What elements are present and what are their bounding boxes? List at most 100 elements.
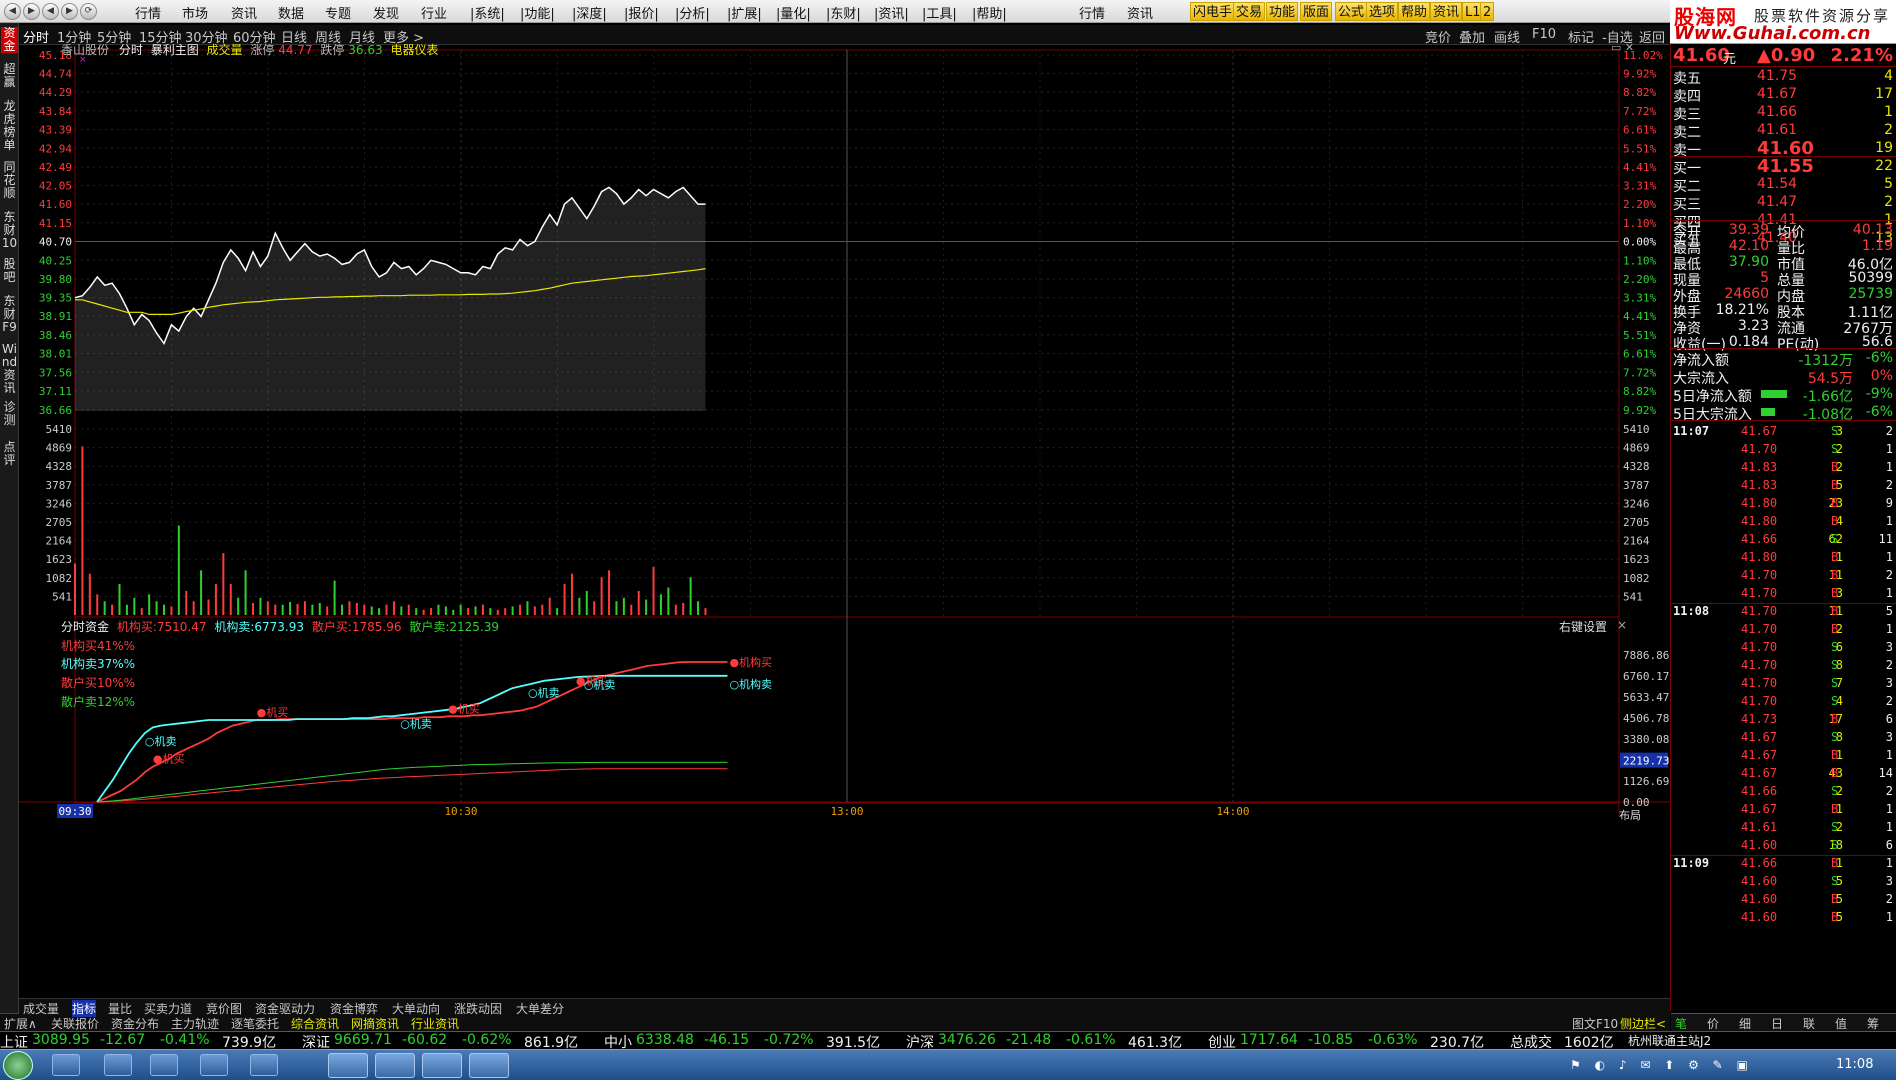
index-name[interactable]: 深证 bbox=[302, 1032, 330, 1049]
taskbar-window-3[interactable] bbox=[422, 1053, 462, 1078]
toolbar-button[interactable]: 叠加 bbox=[1459, 27, 1485, 46]
chart-toolbar-icons[interactable]: ▭ ✕ bbox=[1611, 41, 1634, 54]
menu-item[interactable]: 行业 bbox=[421, 3, 447, 22]
quote-tab[interactable]: 联 bbox=[1803, 1015, 1815, 1032]
bid-row[interactable]: 买二 41.54 5 bbox=[1671, 176, 1896, 195]
sidebar-toggle[interactable]: 侧边栏< bbox=[1620, 1015, 1666, 1032]
menu-item[interactable]: 资讯 bbox=[1127, 3, 1153, 22]
menu-tag[interactable]: 2 bbox=[1480, 2, 1495, 21]
next-icon[interactable]: ▶ bbox=[61, 3, 78, 20]
industry-label[interactable]: 电器仪表 bbox=[390, 43, 438, 57]
quote-tab[interactable]: 筹 bbox=[1867, 1015, 1879, 1032]
menu-item[interactable]: |资讯| bbox=[874, 3, 909, 22]
menu-tag[interactable]: 公式 bbox=[1335, 2, 1368, 21]
menu-item[interactable]: 行情 bbox=[1079, 3, 1105, 22]
info-tab[interactable]: 逐笔委托 bbox=[231, 1015, 279, 1032]
menu-tag[interactable]: 功能 bbox=[1266, 2, 1299, 21]
menu-item[interactable]: |量化| bbox=[776, 3, 811, 22]
menu-tag[interactable]: 版面 bbox=[1300, 2, 1333, 21]
info-tab[interactable]: 主力轨迹 bbox=[171, 1015, 219, 1032]
server-name[interactable]: 杭州联通主站J2 bbox=[1628, 1032, 1711, 1049]
ask-row[interactable]: 卖三 41.66 1 bbox=[1671, 104, 1896, 123]
browser-icon[interactable] bbox=[250, 1054, 278, 1076]
menu-item[interactable]: |工具| bbox=[922, 3, 957, 22]
ie-icon[interactable] bbox=[52, 1054, 80, 1076]
menu-item[interactable]: 专题 bbox=[325, 3, 351, 22]
menu-item[interactable]: |分析| bbox=[675, 3, 710, 22]
ask-row[interactable]: 卖四 41.67 17 bbox=[1671, 86, 1896, 105]
menu-tag[interactable]: 交易 bbox=[1233, 2, 1266, 21]
menu-item[interactable]: 市场 bbox=[182, 3, 208, 22]
left-sidebar-item[interactable]: 股吧 bbox=[1, 258, 18, 284]
menu-tag[interactable]: 资讯 bbox=[1430, 2, 1463, 21]
info-tab[interactable]: 行业资讯 bbox=[411, 1015, 459, 1032]
start-icon[interactable] bbox=[3, 1051, 33, 1080]
left-sidebar-item[interactable]: 东财F9 bbox=[1, 295, 18, 334]
menu-item[interactable]: |深度| bbox=[572, 3, 607, 22]
menu-item[interactable]: |系统| bbox=[470, 3, 505, 22]
app-icon[interactable] bbox=[104, 1054, 132, 1076]
info-tab[interactable]: 资金分布 bbox=[111, 1015, 159, 1032]
menu-item[interactable]: |扩展| bbox=[727, 3, 762, 22]
left-sidebar-item[interactable]: 东财10 bbox=[1, 211, 18, 250]
menu-tag[interactable]: 闪电手 bbox=[1190, 2, 1236, 21]
f10-button[interactable]: 图文F10 bbox=[1572, 1015, 1618, 1032]
quote-tab[interactable]: 日 bbox=[1771, 1015, 1783, 1032]
toolbar-button[interactable]: 画线 bbox=[1494, 27, 1520, 46]
taskbar-window-1[interactable] bbox=[328, 1053, 368, 1078]
left-sidebar-item[interactable]: 诊测 bbox=[1, 401, 18, 427]
menu-item[interactable]: |帮助| bbox=[972, 3, 1007, 22]
taskbar-window-4[interactable] bbox=[469, 1053, 509, 1078]
menu-item[interactable]: 发现 bbox=[373, 3, 399, 22]
quote-tab[interactable]: 笔 bbox=[1675, 1015, 1687, 1032]
indicator-tab[interactable]: 大单差分 bbox=[516, 1000, 564, 1017]
taskbar-window-2[interactable] bbox=[375, 1053, 415, 1078]
bid-row[interactable]: 买一 41.55 22 bbox=[1671, 156, 1896, 177]
index-name[interactable]: 上证 bbox=[0, 1032, 28, 1049]
close-icon[interactable]: × bbox=[1617, 618, 1627, 632]
info-tab[interactable]: 综合资讯 bbox=[291, 1015, 339, 1032]
right-click-settings[interactable]: 右键设置 bbox=[1559, 618, 1607, 635]
index-name[interactable]: 中小 bbox=[604, 1032, 632, 1049]
wechat-icon[interactable] bbox=[150, 1054, 178, 1076]
folder-icon[interactable] bbox=[200, 1054, 228, 1076]
info-tab[interactable]: 扩展∧ bbox=[4, 1015, 37, 1032]
menu-item[interactable]: 行情 bbox=[135, 3, 161, 22]
left-sidebar-item[interactable]: 点评 bbox=[1, 441, 18, 467]
period-tab[interactable]: 分时 bbox=[23, 27, 49, 46]
index-name[interactable]: 沪深 bbox=[906, 1032, 934, 1049]
quote-tab[interactable]: 值 bbox=[1835, 1015, 1847, 1032]
refresh-icon[interactable]: ⟳ bbox=[80, 3, 97, 20]
indicator-tab[interactable]: 涨跌动因 bbox=[454, 1000, 502, 1017]
menu-item[interactable]: |功能| bbox=[520, 3, 555, 22]
info-tab[interactable]: 网摘资讯 bbox=[351, 1015, 399, 1032]
menu-item[interactable]: |东财| bbox=[826, 3, 861, 22]
left-sidebar-item[interactable]: Wind资讯 bbox=[1, 343, 18, 395]
forward-icon[interactable]: ▶ bbox=[23, 3, 40, 20]
menu-item[interactable]: 数据 bbox=[278, 3, 304, 22]
menu-item[interactable]: |报价| bbox=[624, 3, 659, 22]
menu-tag[interactable]: 帮助 bbox=[1398, 2, 1431, 21]
main-indicator[interactable]: 暴利主图 bbox=[151, 43, 199, 57]
left-sidebar-item[interactable]: 龙虎榜单 bbox=[1, 100, 18, 152]
tray-icons[interactable]: ⚑ ◐ ♪ ✉ ⬆ ⚙ ✎ ▣ bbox=[1570, 1058, 1753, 1072]
bid-row[interactable]: 买三 41.47 2 bbox=[1671, 194, 1896, 213]
ask-row[interactable]: 卖五 41.75 4 bbox=[1671, 68, 1896, 87]
menu-tag[interactable]: 选项 bbox=[1366, 2, 1399, 21]
info-tab[interactable]: 关联报价 bbox=[51, 1015, 99, 1032]
stock-name[interactable]: 香山股份 bbox=[61, 43, 109, 57]
menu-item[interactable]: 资讯 bbox=[231, 3, 257, 22]
left-sidebar-item[interactable]: 资金 bbox=[1, 27, 18, 53]
quote-tab[interactable]: 价 bbox=[1707, 1015, 1719, 1032]
index-name[interactable]: 创业 bbox=[1208, 1032, 1236, 1049]
back-icon[interactable]: ◀ bbox=[4, 3, 21, 20]
toolbar-button[interactable]: 返回 bbox=[1639, 27, 1665, 46]
layout-label[interactable]: 布局 bbox=[1619, 807, 1641, 823]
toolbar-button[interactable]: 竞价 bbox=[1425, 27, 1451, 46]
quote-tab[interactable]: 细 bbox=[1739, 1015, 1751, 1032]
toolbar-button[interactable]: F10 bbox=[1532, 27, 1556, 42]
left-sidebar-item[interactable]: 同花顺 bbox=[1, 161, 18, 200]
left-sidebar-item[interactable]: 超赢 bbox=[1, 63, 18, 89]
prev-icon[interactable]: ◀ bbox=[42, 3, 59, 20]
toolbar-button[interactable]: 标记 bbox=[1568, 27, 1594, 46]
